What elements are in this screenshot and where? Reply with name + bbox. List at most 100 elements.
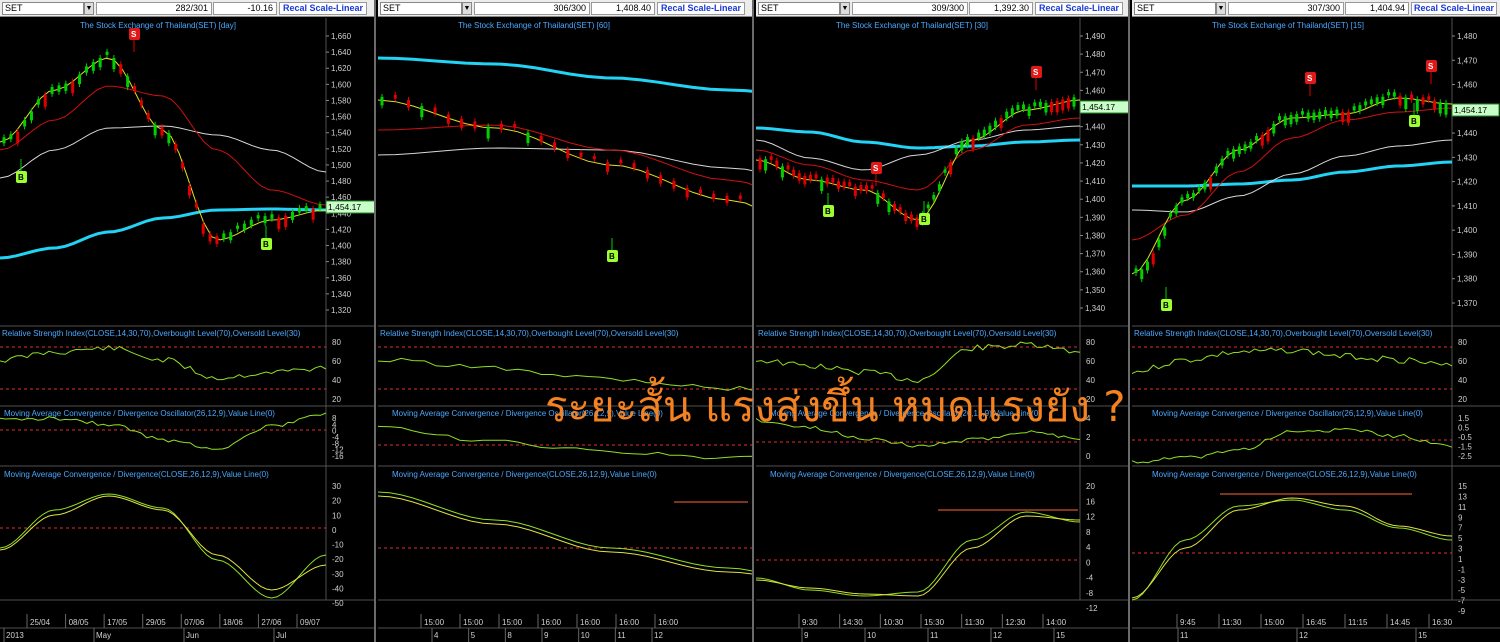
candle-body xyxy=(904,212,908,221)
candle-body xyxy=(1134,268,1138,273)
candle-body xyxy=(842,181,846,188)
date-tick-label: 11 xyxy=(930,631,939,640)
candle-body xyxy=(1022,104,1026,110)
macd-title: Moving Average Convergence / Divergence(… xyxy=(1152,470,1417,479)
candle-body xyxy=(36,99,40,105)
time-tick-label: 15:00 xyxy=(502,618,523,627)
macd-signal-line xyxy=(756,515,1081,597)
macd-tick-label: 3 xyxy=(1458,545,1463,554)
price-tick-label: 1,420 xyxy=(1457,178,1478,187)
candle-body xyxy=(1232,149,1236,159)
ma-white-line xyxy=(1132,139,1453,213)
candle-body xyxy=(1243,144,1247,151)
date-tick-label: Jun xyxy=(186,631,199,640)
time-tick-label: 16:00 xyxy=(580,618,601,627)
candle-body xyxy=(887,201,891,212)
candle-body xyxy=(712,193,716,200)
macd-tick-label: 12 xyxy=(1086,513,1095,522)
macd-tick-label: 10 xyxy=(332,511,341,520)
candle-body xyxy=(201,224,205,234)
candle-body xyxy=(105,51,109,55)
signal-label: B xyxy=(263,240,269,249)
candle-body xyxy=(84,66,88,73)
candle-body xyxy=(1180,197,1184,203)
candle-body xyxy=(263,216,267,224)
signal-label: B xyxy=(921,215,927,224)
macd-tick-label: -50 xyxy=(332,599,344,608)
candle-body xyxy=(814,174,818,179)
candle-body xyxy=(270,214,274,219)
last-price-label: 1,454.17 xyxy=(1082,102,1115,112)
macd-tick-label: 4 xyxy=(1086,543,1091,552)
time-tick-label: 16:30 xyxy=(1432,618,1453,627)
chart-canvas[interactable]: The Stock Exchange of Thailand(SET) [30]… xyxy=(756,0,1130,642)
candle-body xyxy=(1163,227,1167,236)
candle-body xyxy=(1415,99,1419,111)
time-tick-label: 10:30 xyxy=(883,618,904,627)
candle-body xyxy=(685,187,689,198)
time-tick-label: 16:45 xyxy=(1306,618,1327,627)
macd-tick-label: 20 xyxy=(332,497,341,506)
candle-body xyxy=(566,149,570,158)
candle-body xyxy=(1404,97,1408,110)
candle-body xyxy=(539,135,543,143)
candle-body xyxy=(1444,102,1448,115)
osc-tick-label: -0.5 xyxy=(1458,433,1472,442)
price-tick-label: 1,470 xyxy=(1457,56,1478,65)
candle-body xyxy=(1318,111,1322,119)
candle-body xyxy=(222,233,226,239)
candle-body xyxy=(808,174,812,180)
candle-body xyxy=(837,181,840,189)
price-tick-label: 1,440 xyxy=(1085,123,1106,132)
price-tick-label: 1,480 xyxy=(331,177,352,186)
time-tick-label: 11:30 xyxy=(1222,618,1242,627)
candle-body xyxy=(1168,213,1172,217)
candle-body xyxy=(1375,97,1379,104)
osc-title: Moving Average Convergence / Divergence … xyxy=(4,409,275,418)
time-tick-label: 12:30 xyxy=(1005,618,1026,627)
candle-body xyxy=(1157,239,1161,248)
price-tick-label: 1,470 xyxy=(1085,68,1106,77)
signal-label: B xyxy=(1411,117,1417,126)
candle-body xyxy=(1033,102,1037,107)
candle-body xyxy=(1055,100,1059,113)
price-tick-label: 1,360 xyxy=(331,274,352,283)
price-tick-label: 1,360 xyxy=(1085,268,1106,277)
price-title: The Stock Exchange of Thailand(SET) [15] xyxy=(1212,21,1364,30)
candle-body xyxy=(659,175,663,184)
headline-overlay: ระยะสั้น แรงส่งขึ้น หมดแรงยัง ? xyxy=(545,382,1126,431)
candle-body xyxy=(119,64,123,74)
macd-tick-label: 5 xyxy=(1458,534,1463,543)
candle-body xyxy=(1209,177,1213,190)
candle-body xyxy=(592,156,596,160)
candle-body xyxy=(1226,150,1230,156)
candle-body xyxy=(304,206,308,211)
price-title: The Stock Exchange of Thailand(SET) [day… xyxy=(80,21,236,30)
candle-body xyxy=(1197,187,1201,191)
candle-body xyxy=(1433,100,1437,110)
chart-canvas[interactable]: The Stock Exchange of Thailand(SET) [60]… xyxy=(378,0,754,642)
candle-body xyxy=(1151,253,1155,265)
signal-label: B xyxy=(18,173,24,182)
rsi-tick-label: 80 xyxy=(1458,338,1467,347)
candle-body xyxy=(881,193,885,198)
candle-body xyxy=(971,138,975,150)
candle-body xyxy=(133,86,137,91)
price-tick-label: 1,380 xyxy=(1085,231,1106,240)
candle-body xyxy=(167,133,171,144)
candle-body xyxy=(1300,111,1304,115)
price-tick-label: 1,660 xyxy=(331,32,352,41)
rsi-title: Relative Strength Index(CLOSE,14,30,70),… xyxy=(1134,329,1433,338)
macd-tick-label: 9 xyxy=(1458,513,1463,522)
chart-canvas[interactable]: The Stock Exchange of Thailand(SET) [15]… xyxy=(1132,0,1500,642)
chart-canvas[interactable]: The Stock Exchange of Thailand(SET) [day… xyxy=(0,0,376,642)
osc-tick-label: 0 xyxy=(1086,452,1091,461)
osc-title: Moving Average Convergence / Divergence … xyxy=(1152,409,1423,418)
rsi-title: Relative Strength Index(CLOSE,14,30,70),… xyxy=(380,329,679,338)
candle-body xyxy=(725,195,729,203)
candle-body xyxy=(1278,116,1282,121)
candle-body xyxy=(229,232,233,241)
price-tick-label: 1,620 xyxy=(331,64,352,73)
macd-tick-label: -1 xyxy=(1458,565,1466,574)
candle-body xyxy=(1381,96,1385,106)
